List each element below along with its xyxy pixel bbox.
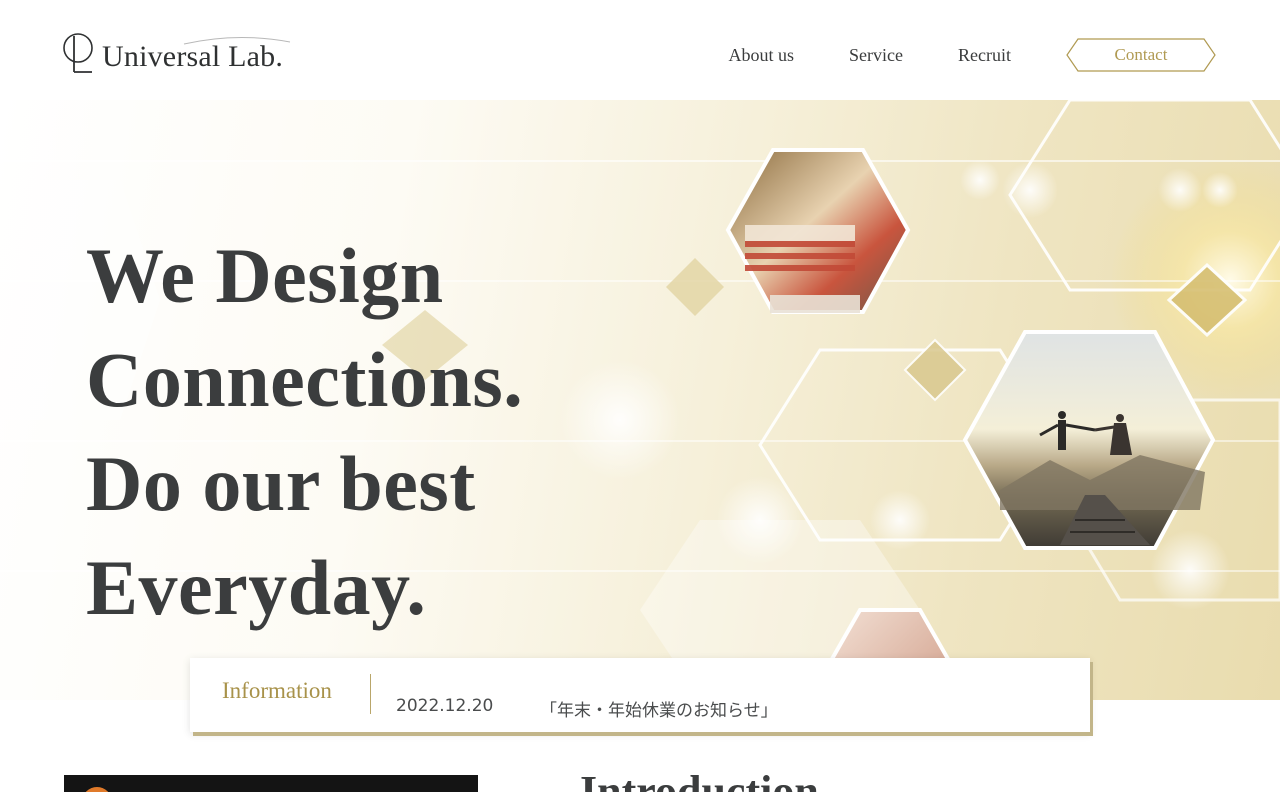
intro-video-thumbnail[interactable] [64, 775, 478, 792]
hero-headline-line-3: Do our best [86, 440, 476, 527]
hero-headline-line-2: Connections. [86, 336, 524, 423]
hero-headline-line-4: Everyday. [86, 544, 427, 631]
introduction-heading: Introduction [580, 767, 819, 792]
information-date[interactable]: 2022.12.20 [396, 696, 493, 716]
information-title: Information [222, 678, 332, 703]
hero-section: We Design Connections. Do our best Every… [0, 100, 1280, 700]
contact-button-label: Contact [1114, 45, 1168, 64]
logo-mark-icon [62, 32, 98, 76]
nav-service[interactable]: Service [849, 45, 903, 66]
hero-headline: We Design Connections. Do our best Every… [86, 224, 646, 640]
contact-button[interactable]: Contact [1066, 38, 1216, 72]
information-bar: Information 2022.12.20 「年末・年始休業のお知らせ」 [190, 658, 1090, 732]
information-divider [370, 674, 371, 714]
main-nav: About us Service Recruit Contact [729, 38, 1216, 72]
nav-recruit[interactable]: Recruit [958, 45, 1011, 66]
logo-swoosh-icon [183, 36, 291, 45]
brand-name: Universal Lab. [102, 40, 284, 73]
brand-logo[interactable]: Universal Lab. [62, 28, 292, 76]
site-header: Universal Lab. About us Service Recruit … [0, 0, 1280, 100]
hero-headline-line-1: We Design [86, 232, 444, 319]
video-channel-icon [82, 787, 112, 792]
information-news-link[interactable]: 「年末・年始休業のお知らせ」 [540, 696, 778, 721]
nav-about-us[interactable]: About us [729, 45, 795, 66]
